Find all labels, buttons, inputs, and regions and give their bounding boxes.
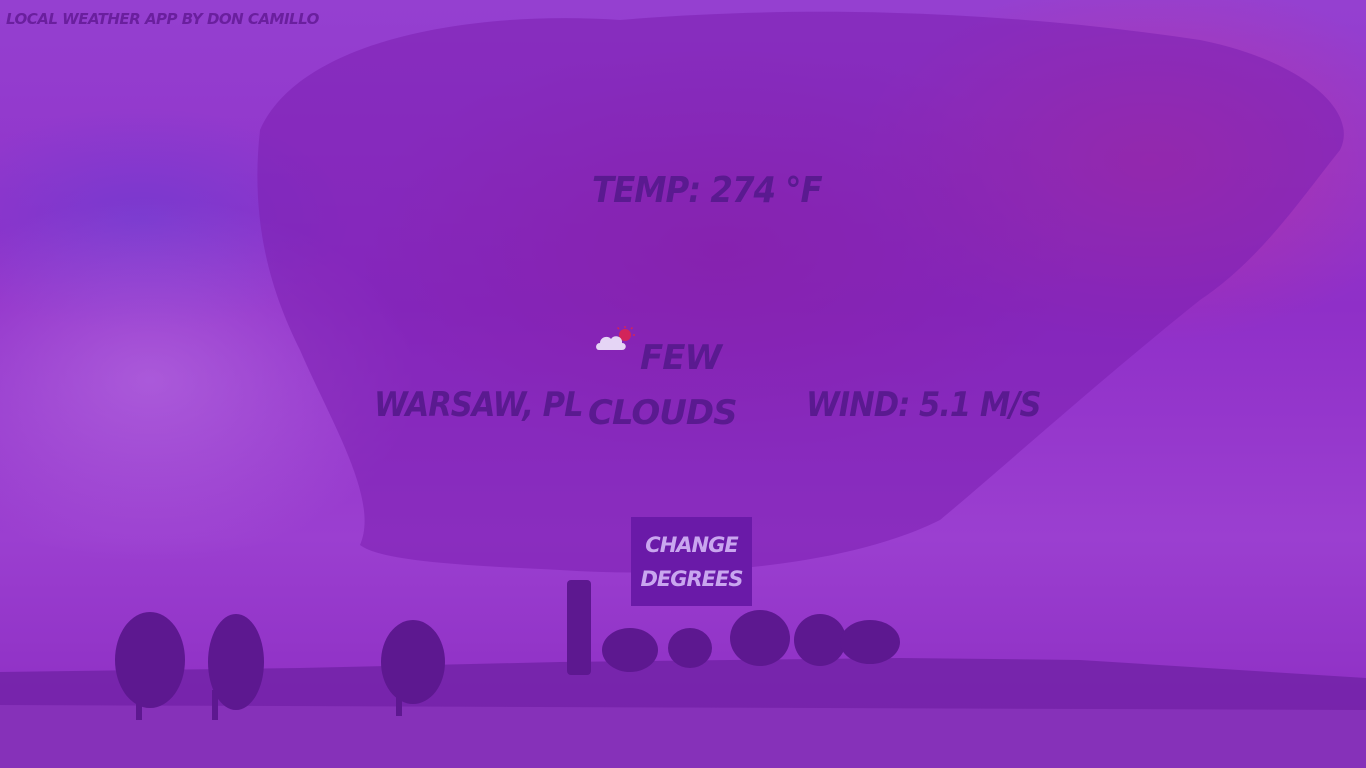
change-degrees-button[interactable]: Change Degrees — [631, 517, 752, 606]
condition-label-line1: Few — [640, 338, 722, 378]
condition-label-line2: Clouds — [588, 393, 738, 433]
temperature-readout: Temp: 274 °F — [592, 170, 823, 211]
wind-speed-readout: Wind: 5.1 m/s — [806, 385, 1041, 425]
location-label: Warsaw, PL — [374, 385, 584, 425]
app-credit-title: Local weather app by Don Camillo — [6, 10, 319, 28]
